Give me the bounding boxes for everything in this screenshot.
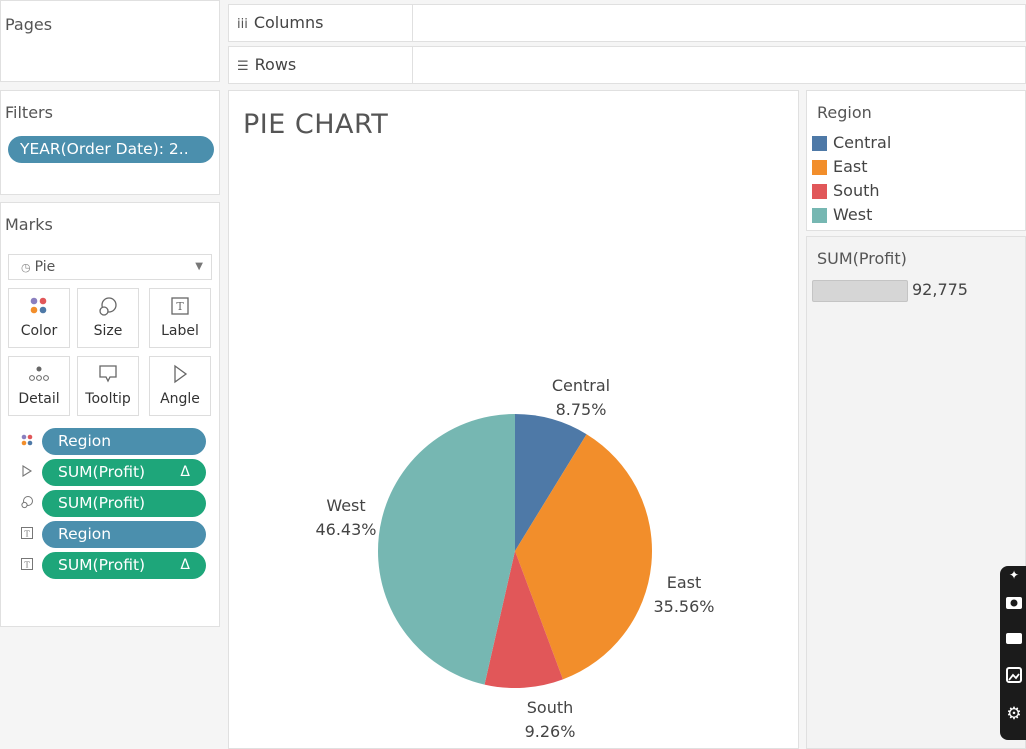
mark-type-dropdown[interactable]: ◷ Pie ▼ xyxy=(8,254,212,280)
marks-angle-label: Angle xyxy=(160,391,200,407)
rows-shelf[interactable]: ☰ Rows xyxy=(228,46,1026,84)
delta-icon: Δ xyxy=(180,557,190,573)
size-legend-title: SUM(Profit) xyxy=(817,249,907,268)
camera-icon[interactable] xyxy=(1004,594,1024,615)
svg-text:T: T xyxy=(24,561,30,570)
legend-swatch-east xyxy=(812,160,827,175)
mark-field-profit-size[interactable]: SUM(Profit) xyxy=(42,490,206,517)
marks-title: Marks xyxy=(5,215,53,234)
marks-label-button[interactable]: T Label xyxy=(149,288,211,348)
tooltip-icon xyxy=(78,363,138,385)
size-legend-value: 92,775 xyxy=(912,280,968,299)
size-icon xyxy=(78,295,138,317)
marks-color-label: Color xyxy=(20,323,58,339)
pie-label-west: West xyxy=(326,496,365,515)
rows-shelf-label: ☰ Rows xyxy=(229,47,413,83)
chevron-down-icon: ▼ xyxy=(195,261,203,272)
delta-icon: Δ xyxy=(180,464,190,480)
angle-icon xyxy=(20,464,34,480)
legend-swatch-south xyxy=(812,184,827,199)
legend-label: East xyxy=(833,157,868,176)
marks-tooltip-label: Tooltip xyxy=(85,391,131,407)
mark-field-label: SUM(Profit) xyxy=(58,556,146,574)
pie-label-east: East xyxy=(667,573,702,592)
marks-detail-label: Detail xyxy=(18,391,60,407)
mark-type-value: Pie xyxy=(34,259,56,275)
svg-text:T: T xyxy=(24,530,30,539)
pie-label-south: South xyxy=(527,698,574,717)
pie-value-central: 8.75% xyxy=(556,400,607,419)
legend-label: Central xyxy=(833,133,892,152)
mark-field-region-label[interactable]: Region xyxy=(42,521,206,548)
legend-swatch-west xyxy=(812,208,827,223)
clock-icon: ◷ xyxy=(21,261,31,274)
mark-field-profit-angle[interactable]: SUM(Profit) Δ xyxy=(42,459,206,486)
label-icon: T xyxy=(150,295,210,317)
rows-label: Rows xyxy=(254,55,297,74)
mark-field-label: SUM(Profit) xyxy=(58,494,146,512)
size-legend: SUM(Profit) xyxy=(806,236,1026,749)
pie-label-central: Central xyxy=(552,376,610,395)
marks-label-label: Label xyxy=(161,323,199,339)
columns-shelf-label: iii Columns xyxy=(229,5,413,41)
filter-pill-year-order-date[interactable]: YEAR(Order Date): 2.. xyxy=(8,136,214,163)
marks-tooltip-button[interactable]: Tooltip xyxy=(77,356,139,416)
pages-shelf[interactable]: Pages xyxy=(0,0,220,82)
mark-field-label: Region xyxy=(58,432,112,450)
floating-toolbar: ✦ ⚙ xyxy=(1000,566,1026,740)
gallery-icon[interactable] xyxy=(1004,666,1024,689)
marks-angle-button[interactable]: Angle xyxy=(149,356,211,416)
legend-label: West xyxy=(833,205,873,224)
columns-label: Columns xyxy=(253,13,324,32)
svg-text:T: T xyxy=(176,300,184,313)
mark-field-profit-label[interactable]: SUM(Profit) Δ xyxy=(42,552,206,579)
pie-chart[interactable]: Central 8.75% East 35.56% South 9.26% West 46.4… xyxy=(229,91,800,749)
marks-color-button[interactable]: Color xyxy=(8,288,70,348)
rows-icon: ☰ xyxy=(237,59,249,74)
angle-icon xyxy=(150,363,210,385)
pin-icon[interactable]: ✦ xyxy=(1004,568,1024,582)
detail-icon xyxy=(9,363,69,385)
video-icon[interactable] xyxy=(1004,630,1024,651)
pie-value-west: 46.43% xyxy=(315,520,376,539)
pie-value-south: 9.26% xyxy=(525,722,576,741)
mark-field-label: Region xyxy=(58,525,112,543)
legend-label: South xyxy=(833,181,880,200)
pages-title: Pages xyxy=(5,15,53,34)
size-icon xyxy=(20,495,34,511)
pie-value-east: 35.56% xyxy=(653,597,714,616)
columns-icon: iii xyxy=(237,17,248,32)
marks-size-label: Size xyxy=(93,323,123,339)
columns-shelf[interactable]: iii Columns xyxy=(228,4,1026,42)
size-legend-bar xyxy=(812,280,908,302)
label-icon: T xyxy=(20,526,34,542)
filters-title: Filters xyxy=(5,103,53,122)
legend-swatch-central xyxy=(812,136,827,151)
marks-detail-button[interactable]: Detail xyxy=(8,356,70,416)
legend-title: Region xyxy=(817,103,872,122)
color-dots-icon xyxy=(20,433,34,449)
worksheet-view[interactable]: PIE CHART Central 8.75% East 35.56% South 9.2… xyxy=(228,90,799,749)
marks-size-button[interactable]: Size xyxy=(77,288,139,348)
mark-field-region-color[interactable]: Region xyxy=(42,428,206,455)
mark-field-label: SUM(Profit) xyxy=(58,463,146,481)
settings-icon[interactable]: ⚙ xyxy=(1004,704,1024,724)
color-dots-icon xyxy=(9,295,69,317)
label-icon: T xyxy=(20,557,34,573)
